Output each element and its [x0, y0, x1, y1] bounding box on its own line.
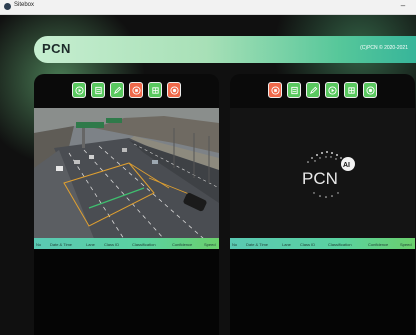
pcn-ai-logo: PCN AI: [302, 151, 355, 198]
pcn-ai-placeholder: PCN AI: [230, 108, 415, 239]
column-header: Confidence: [172, 241, 193, 247]
column-header: Date & Time: [50, 241, 73, 247]
grid-icon: [347, 86, 355, 94]
record-button[interactable]: [363, 82, 377, 98]
grid-icon: [151, 86, 159, 94]
results-table-header: No Date & Time Lane Class ID Classificat…: [230, 238, 415, 249]
column-header: Classification: [132, 241, 156, 247]
grid-button[interactable]: [148, 82, 162, 98]
app-icon: [4, 3, 11, 10]
right-camera-panel: PCN AI No Date & Time Lane Class ID Clas…: [230, 74, 415, 335]
play-icon: [327, 85, 337, 95]
play-button[interactable]: [72, 82, 86, 98]
record-icon: [365, 85, 375, 95]
column-header: Lane: [86, 241, 95, 247]
stop-icon: [270, 85, 280, 95]
column-header: No: [232, 241, 238, 247]
edit-button[interactable]: [306, 82, 320, 98]
column-header: Lane: [282, 241, 291, 247]
record-icon: [169, 85, 179, 95]
stop-button[interactable]: [129, 82, 143, 98]
play-icon: [74, 85, 84, 95]
left-camera-panel: No Date & Time Lane Class ID Classificat…: [34, 74, 219, 335]
app-body: PCN (C)PCN © 2020-2021 No Date & Time La…: [0, 15, 416, 335]
grid-button[interactable]: [344, 82, 358, 98]
traffic-camera-feed[interactable]: [34, 108, 219, 239]
document-icon: [290, 86, 298, 94]
pcn-logo: PCN: [42, 41, 71, 56]
left-toolbar: [34, 82, 219, 100]
column-header: Speed: [400, 241, 412, 247]
document-icon: [94, 86, 102, 94]
column-header: Class ID: [300, 241, 316, 247]
window-title: Sitebox: [14, 2, 35, 8]
window-titlebar: Sitebox –: [0, 0, 416, 15]
column-header: No: [36, 241, 42, 247]
minimize-button[interactable]: –: [398, 1, 408, 12]
column-header: Speed: [204, 241, 216, 247]
camera-image: [34, 108, 219, 239]
copyright-text: (C)PCN © 2020-2021: [360, 45, 408, 51]
column-header: Classification: [328, 241, 352, 247]
document-button[interactable]: [91, 82, 105, 98]
right-toolbar: [230, 82, 415, 100]
pcn-logo-text: PCN: [302, 169, 338, 188]
column-header: Date & Time: [246, 241, 269, 247]
edit-icon: [113, 86, 121, 94]
column-header: Confidence: [368, 241, 389, 247]
record-button[interactable]: [167, 82, 181, 98]
stop-button[interactable]: [268, 82, 282, 98]
play-button[interactable]: [325, 82, 339, 98]
document-button[interactable]: [287, 82, 301, 98]
results-table-body[interactable]: [34, 249, 219, 335]
ai-badge-text: AI: [343, 162, 350, 169]
edit-icon: [309, 86, 317, 94]
results-table-header: No Date & Time Lane Class ID Classificat…: [34, 238, 219, 249]
stop-icon: [131, 85, 141, 95]
column-header: Class ID: [104, 241, 120, 247]
header-bar: PCN (C)PCN © 2020-2021: [34, 36, 416, 63]
edit-button[interactable]: [110, 82, 124, 98]
results-table-body[interactable]: [230, 249, 415, 335]
